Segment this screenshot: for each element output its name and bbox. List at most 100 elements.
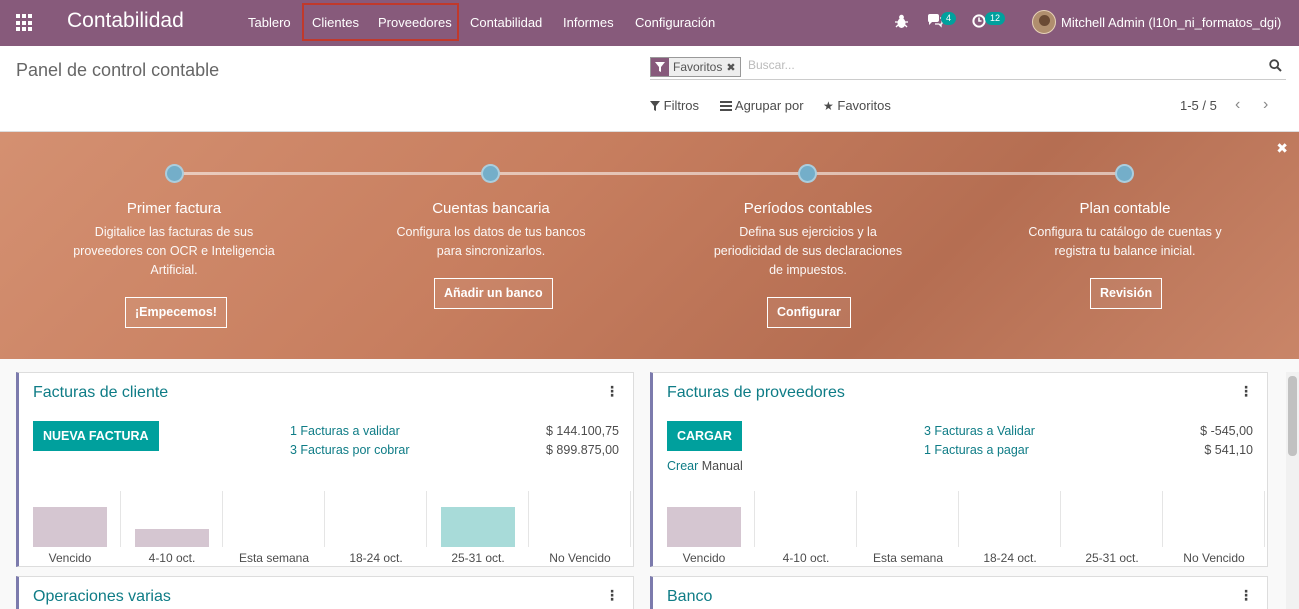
menu-informes[interactable]: Informes — [563, 0, 614, 46]
card-options-icon[interactable]: ⋮ — [1239, 587, 1253, 604]
user-menu[interactable]: Mitchell Admin (l10n_ni_formatos_dgi) — [1061, 0, 1281, 46]
upload-bill-button[interactable]: CARGAR — [667, 421, 742, 451]
facet-label: Favoritos — [673, 60, 723, 74]
review-chart-button[interactable]: Revisión — [1090, 278, 1163, 309]
amount-bills-to-pay: $ 541,10 — [1204, 443, 1253, 457]
chart-bar[interactable] — [33, 507, 107, 547]
search-facet-favorites[interactable]: Favoritos ✖ — [650, 57, 741, 77]
bank-card: Banco ⋮ — [650, 576, 1268, 609]
configure-periods-button[interactable]: Configurar — [767, 297, 851, 328]
new-invoice-button[interactable]: NUEVA FACTURA — [33, 421, 159, 451]
chart-column[interactable] — [1061, 491, 1163, 547]
chart-tick-label: 25-31 oct. — [451, 551, 505, 565]
step-title: Períodos contables — [743, 200, 873, 217]
filter-icon — [650, 101, 660, 111]
filter-funnel-icon — [651, 58, 669, 76]
add-bank-button[interactable]: Añadir un banco — [434, 278, 553, 309]
onboarding-banner: Primer factura Digitalice las facturas d… — [0, 132, 1299, 359]
filters-button[interactable]: Filtros — [650, 98, 699, 113]
user-avatar[interactable] — [1032, 10, 1056, 34]
pager-value[interactable]: 1-5 / 5 — [1180, 98, 1217, 113]
progress-line — [174, 172, 1124, 175]
scrollbar-thumb[interactable] — [1288, 376, 1297, 456]
step-title: Cuentas bancaria — [432, 200, 550, 217]
amount-to-collect: $ 899.875,00 — [546, 443, 619, 457]
chart-bar[interactable] — [441, 507, 515, 547]
card-title[interactable]: Facturas de proveedores — [667, 384, 845, 402]
pager-previous-icon[interactable]: ‹ — [1235, 96, 1240, 114]
step-periodos-contables: Períodos contables Defina sus ejercicios… — [688, 200, 928, 280]
card-options-icon[interactable]: ⋮ — [605, 383, 619, 400]
close-icon[interactable]: ✖ — [1276, 140, 1288, 157]
create-link[interactable]: Crear — [667, 459, 698, 473]
favorites-label: Favoritos — [837, 98, 891, 113]
create-manual-link[interactable]: Crear Manual — [667, 459, 743, 473]
invoices-to-validate-link[interactable]: 1 Facturas a validar — [290, 424, 400, 438]
step-description: Digitalice las facturas de sus proveedor… — [73, 225, 275, 277]
chart-tick-label: 25-31 oct. — [1085, 551, 1139, 565]
misc-operations-card: Operaciones varias ⋮ — [16, 576, 634, 609]
invoices-to-collect-link[interactable]: 3 Facturas por cobrar — [290, 443, 410, 457]
vendor-bills-chart[interactable]: Vencido 4-10 oct. Esta semana 18-24 oct. 25-… — [653, 491, 1265, 565]
card-title[interactable]: Banco — [667, 588, 712, 606]
chart-column[interactable] — [857, 491, 959, 547]
step-description: Defina sus ejercicios y la periodicidad … — [713, 225, 903, 277]
bills-to-pay-link[interactable]: 1 Facturas a pagar — [924, 443, 1029, 457]
control-panel: Panel de control contable Favoritos ✖ Fi… — [0, 46, 1299, 132]
chart-tick-label: Esta semana — [872, 551, 944, 565]
chart-bar[interactable] — [135, 529, 209, 547]
chart-column[interactable] — [529, 491, 631, 547]
empecemos-button[interactable]: ¡Empecemos! — [125, 297, 227, 328]
chart-column[interactable] — [121, 491, 223, 547]
chart-column[interactable] — [959, 491, 1061, 547]
chart-column[interactable] — [223, 491, 325, 547]
messages-count-badge: 4 — [941, 12, 957, 25]
customer-invoices-card: Facturas de cliente ⋮ NUEVA FACTURA 1 Fa… — [16, 372, 634, 567]
chart-column[interactable] — [653, 491, 755, 547]
favorites-button[interactable]: ★ Favoritos — [823, 98, 891, 113]
menu-tablero[interactable]: Tablero — [248, 0, 291, 46]
chart-column[interactable] — [325, 491, 427, 547]
page-scrollbar[interactable] — [1286, 372, 1299, 609]
card-title[interactable]: Facturas de cliente — [33, 384, 168, 402]
top-navbar: Contabilidad Tablero Clientes Proveedore… — [0, 0, 1299, 46]
chart-tick-label: 18-24 oct. — [349, 551, 403, 565]
step-title: Plan contable — [1079, 200, 1171, 217]
chart-column[interactable] — [1163, 491, 1265, 547]
manual-text: Manual — [698, 459, 743, 473]
activities-clock-icon[interactable] — [972, 14, 986, 31]
step-plan-contable: Plan contable Configura tu catálogo de c… — [1005, 200, 1245, 261]
chart-tick-label: 18-24 oct. — [983, 551, 1037, 565]
star-icon: ★ — [823, 99, 834, 113]
chart-column[interactable] — [427, 491, 529, 547]
facet-remove-icon[interactable]: ✖ — [726, 61, 739, 74]
chart-tick-label: 4-10 oct. — [148, 551, 196, 565]
menu-contabilidad[interactable]: Contabilidad — [470, 0, 542, 46]
card-options-icon[interactable]: ⋮ — [1239, 383, 1253, 400]
chart-column[interactable] — [19, 491, 121, 547]
page-title: Panel de control contable — [16, 60, 220, 80]
search-bar: Favoritos ✖ — [650, 56, 1286, 80]
search-input[interactable] — [748, 58, 1248, 72]
chart-bar[interactable] — [667, 507, 741, 547]
chart-tick-label: No Vencido — [1183, 551, 1245, 565]
step-cuentas-bancaria: Cuentas bancaria Configura los datos de … — [371, 200, 611, 261]
step-description: Configura los datos de tus bancos para s… — [396, 225, 586, 258]
chart-tick-label: Vencido — [48, 551, 92, 565]
card-options-icon[interactable]: ⋮ — [605, 587, 619, 604]
chart-column[interactable] — [755, 491, 857, 547]
search-icon[interactable] — [1269, 59, 1282, 75]
debug-bug-icon[interactable] — [895, 14, 908, 32]
chart-tick-label: No Vencido — [549, 551, 611, 565]
group-by-button[interactable]: Agrupar por — [720, 98, 804, 113]
apps-menu-icon[interactable] — [16, 14, 34, 32]
step-primer-factura: Primer factura Digitalice las facturas d… — [54, 200, 294, 280]
pager-next-icon[interactable]: › — [1263, 96, 1268, 114]
menu-configuracion[interactable]: Configuración — [635, 0, 715, 46]
bills-to-validate-link[interactable]: 3 Facturas a Validar — [924, 424, 1035, 438]
chart-tick-label: 4-10 oct. — [782, 551, 830, 565]
customer-invoices-chart[interactable]: Vencido 4-10 oct. Esta semana 18-24 oct. 25-… — [19, 491, 631, 565]
vendor-bills-card: Facturas de proveedores ⋮ CARGAR Crear M… — [650, 372, 1268, 567]
activities-count-badge: 12 — [985, 12, 1006, 25]
card-title[interactable]: Operaciones varias — [33, 588, 171, 606]
